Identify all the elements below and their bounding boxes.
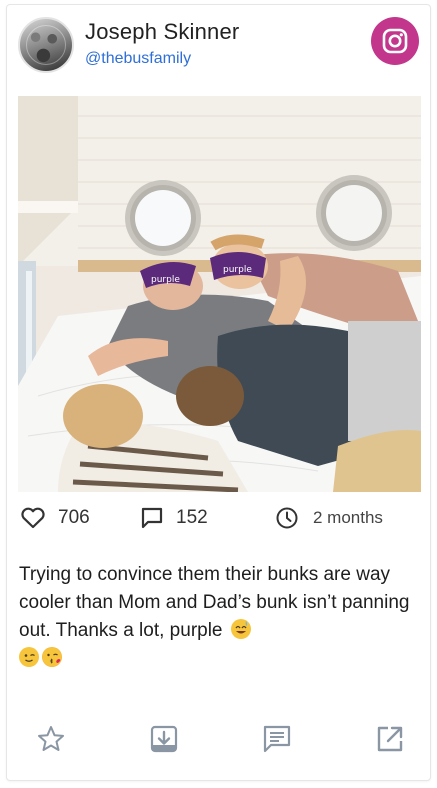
grinning-sweat-emoji xyxy=(230,619,251,639)
time-stat: 2 months xyxy=(275,506,383,530)
clock-icon xyxy=(276,507,298,529)
post-header: Joseph Skinner @thebusfamily xyxy=(7,5,430,85)
star-icon[interactable] xyxy=(34,722,68,756)
author-name[interactable]: Joseph Skinner xyxy=(85,19,239,45)
mask-label-1: purple xyxy=(151,275,180,285)
post-actions xyxy=(7,717,430,761)
post-card: Joseph Skinner @thebusfamily purple purp… xyxy=(6,4,431,781)
instagram-icon[interactable] xyxy=(371,17,419,65)
kissing-emoji xyxy=(42,647,62,667)
caption-text: Trying to convince them their bunks are … xyxy=(19,564,410,641)
comments-stat[interactable]: 152 xyxy=(140,506,208,530)
heart-icon xyxy=(21,507,45,529)
winking-emoji xyxy=(19,647,39,667)
comments-count: 152 xyxy=(176,507,208,528)
post-caption: Trying to convince them their bunks are … xyxy=(19,561,421,673)
mask-label-2: purple xyxy=(223,265,252,275)
external-link-icon[interactable] xyxy=(373,722,407,756)
post-time: 2 months xyxy=(313,508,383,527)
avatar[interactable] xyxy=(18,17,74,73)
likes-stat[interactable]: 706 xyxy=(20,506,90,530)
post-image[interactable]: purple purple xyxy=(18,96,421,492)
post-stats: 706 152 2 months xyxy=(7,500,430,540)
download-icon[interactable] xyxy=(147,722,181,756)
author-handle[interactable]: @thebusfamily xyxy=(85,50,191,68)
likes-count: 706 xyxy=(58,507,90,528)
comment-icon[interactable] xyxy=(260,722,294,756)
comment-bubble-icon xyxy=(141,507,163,529)
